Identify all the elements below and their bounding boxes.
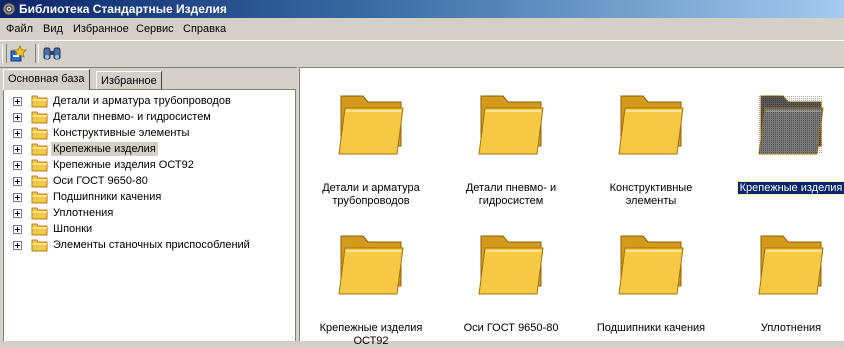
folder-item-label-line: Детали пневмо- и <box>465 182 557 194</box>
tree-item-label: Крепежные изделия ОСТ92 <box>53 159 194 171</box>
wizard-button[interactable] <box>8 43 30 64</box>
folder-item-label-line: ОСТ92 <box>353 335 389 347</box>
toolbar <box>0 40 844 68</box>
folder-icon <box>31 159 48 172</box>
folder-item[interactable]: Подшипники качения <box>581 218 721 338</box>
menu-help[interactable]: Справка <box>183 22 226 36</box>
folder-icon <box>31 111 48 124</box>
folder-item[interactable]: Конструктивные элементы <box>581 78 721 207</box>
binoculars-icon <box>43 47 61 60</box>
folder-icon <box>31 175 48 188</box>
folder-icon <box>758 95 824 155</box>
wizard-icon <box>10 45 27 62</box>
tree-item[interactable]: Крепежные изделия ОСТ92 <box>4 157 294 173</box>
folder-icon <box>31 143 48 156</box>
folder-item-label: Крепежные изделия ОСТ92 <box>301 322 441 348</box>
expand-plus-icon[interactable] <box>13 145 22 154</box>
menu-bar: Файл Вид Избранное Сервис Справка <box>0 19 844 39</box>
tree-item[interactable]: Подшипники качения <box>4 189 294 205</box>
menu-file[interactable]: Файл <box>6 22 33 36</box>
expand-plus-icon[interactable] <box>13 97 22 106</box>
folder-item-label-line: Подшипники качения <box>596 322 706 334</box>
tree-item[interactable]: Крепежные изделия <box>4 141 294 157</box>
folder-item[interactable]: Детали и арматура трубопроводов <box>301 78 441 207</box>
folder-icon <box>31 95 48 108</box>
tree-item[interactable]: Шпонки <box>4 221 294 237</box>
tree-item-label: Конструктивные элементы <box>53 127 190 139</box>
folder-item[interactable]: Оси ГОСТ 9650-80 <box>441 218 581 338</box>
tree-item-label: Уплотнения <box>53 207 114 219</box>
folder-item-label-line: Крепежные изделия <box>736 181 844 195</box>
toolbar-separator <box>35 44 39 63</box>
tab-main-base[interactable]: Основная база <box>3 69 90 90</box>
tree-item[interactable]: Оси ГОСТ 9650-80 <box>4 173 294 189</box>
expand-plus-icon[interactable] <box>13 129 22 138</box>
folder-icon <box>478 235 544 295</box>
folder-icon <box>31 127 48 140</box>
tree-item-label: Элементы станочных приспособлений <box>53 239 250 251</box>
folder-item-label-line: гидросистем <box>478 195 544 207</box>
folder-item-label: Детали и арматура трубопроводов <box>301 182 441 208</box>
tree-item[interactable]: Элементы станочных приспособлений <box>4 237 294 253</box>
folder-icon <box>31 207 48 220</box>
tree-item-label: Шпонки <box>53 223 93 235</box>
folder-icon <box>758 235 824 295</box>
folder-icon <box>478 95 544 155</box>
tree-view[interactable]: Детали и арматура трубопроводов Детали пн… <box>3 89 296 341</box>
folder-item-label-line: Уплотнения <box>760 322 822 334</box>
folder-icon <box>31 191 48 204</box>
folder-item[interactable]: Крепежные изделия <box>721 78 844 198</box>
window-title: Библиотека Стандартные Изделия <box>19 2 227 16</box>
folder-icon <box>31 239 48 252</box>
folder-item-label: Детали пневмо- и гидросистем <box>441 182 581 208</box>
tree-item[interactable]: Детали и арматура трубопроводов <box>4 93 294 109</box>
folder-item-label-line: Оси ГОСТ 9650-80 <box>463 322 559 334</box>
app-gear-icon[interactable] <box>2 2 16 16</box>
expand-plus-icon[interactable] <box>13 225 22 234</box>
folder-item-label-line: элементы <box>625 195 677 207</box>
expand-plus-icon[interactable] <box>13 193 22 202</box>
folder-item[interactable]: Крепежные изделия ОСТ92 <box>301 218 441 347</box>
tree-item-label: Детали и арматура трубопроводов <box>53 95 231 107</box>
folder-item-label-line: Крепежные изделия <box>319 322 423 334</box>
folder-item[interactable]: Детали пневмо- и гидросистем <box>441 78 581 207</box>
folder-icon <box>338 95 404 155</box>
find-button[interactable] <box>41 43 63 64</box>
tree-item[interactable]: Уплотнения <box>4 205 294 221</box>
expand-plus-icon[interactable] <box>13 209 22 218</box>
toolbar-grip[interactable] <box>2 44 7 63</box>
menu-view[interactable]: Вид <box>43 22 63 36</box>
menu-service[interactable]: Сервис <box>136 22 174 36</box>
folder-item-label: Крепежные изделия <box>721 181 844 195</box>
icon-view[interactable]: Детали и арматура трубопроводов Детали пне… <box>299 67 844 347</box>
tree-item-label: Подшипники качения <box>53 191 162 203</box>
folder-item[interactable]: Уплотнения <box>721 218 844 338</box>
tree-item-label: Оси ГОСТ 9650-80 <box>53 175 148 187</box>
tree-item-label: Детали пневмо- и гидросистем <box>53 111 211 123</box>
menu-favorites[interactable]: Избранное <box>73 22 129 36</box>
folder-icon <box>618 95 684 155</box>
tree-item[interactable]: Конструктивные элементы <box>4 125 294 141</box>
tab-strip: Основная база Избранное <box>0 67 298 90</box>
tree-item-label: Крепежные изделия <box>51 142 158 156</box>
title-bar: Библиотека Стандартные Изделия <box>0 0 844 18</box>
folder-item-label: Подшипники качения <box>581 322 721 335</box>
folder-item-label: Уплотнения <box>721 322 844 335</box>
folder-icon <box>31 223 48 236</box>
folder-item-label-line: Детали и арматура <box>322 182 420 194</box>
expand-plus-icon[interactable] <box>13 177 22 186</box>
tree-item[interactable]: Детали пневмо- и гидросистем <box>4 109 294 125</box>
folder-icon <box>338 235 404 295</box>
folder-item-label-line: Конструктивные <box>609 182 693 194</box>
expand-plus-icon[interactable] <box>13 113 22 122</box>
folder-item-label: Конструктивные элементы <box>581 182 721 208</box>
expand-plus-icon[interactable] <box>13 161 22 170</box>
folder-item-label-line: трубопроводов <box>332 195 410 207</box>
folder-icon <box>618 235 684 295</box>
tab-favorites[interactable]: Избранное <box>96 71 162 90</box>
expand-plus-icon[interactable] <box>13 241 22 250</box>
folder-item-label: Оси ГОСТ 9650-80 <box>441 322 581 335</box>
